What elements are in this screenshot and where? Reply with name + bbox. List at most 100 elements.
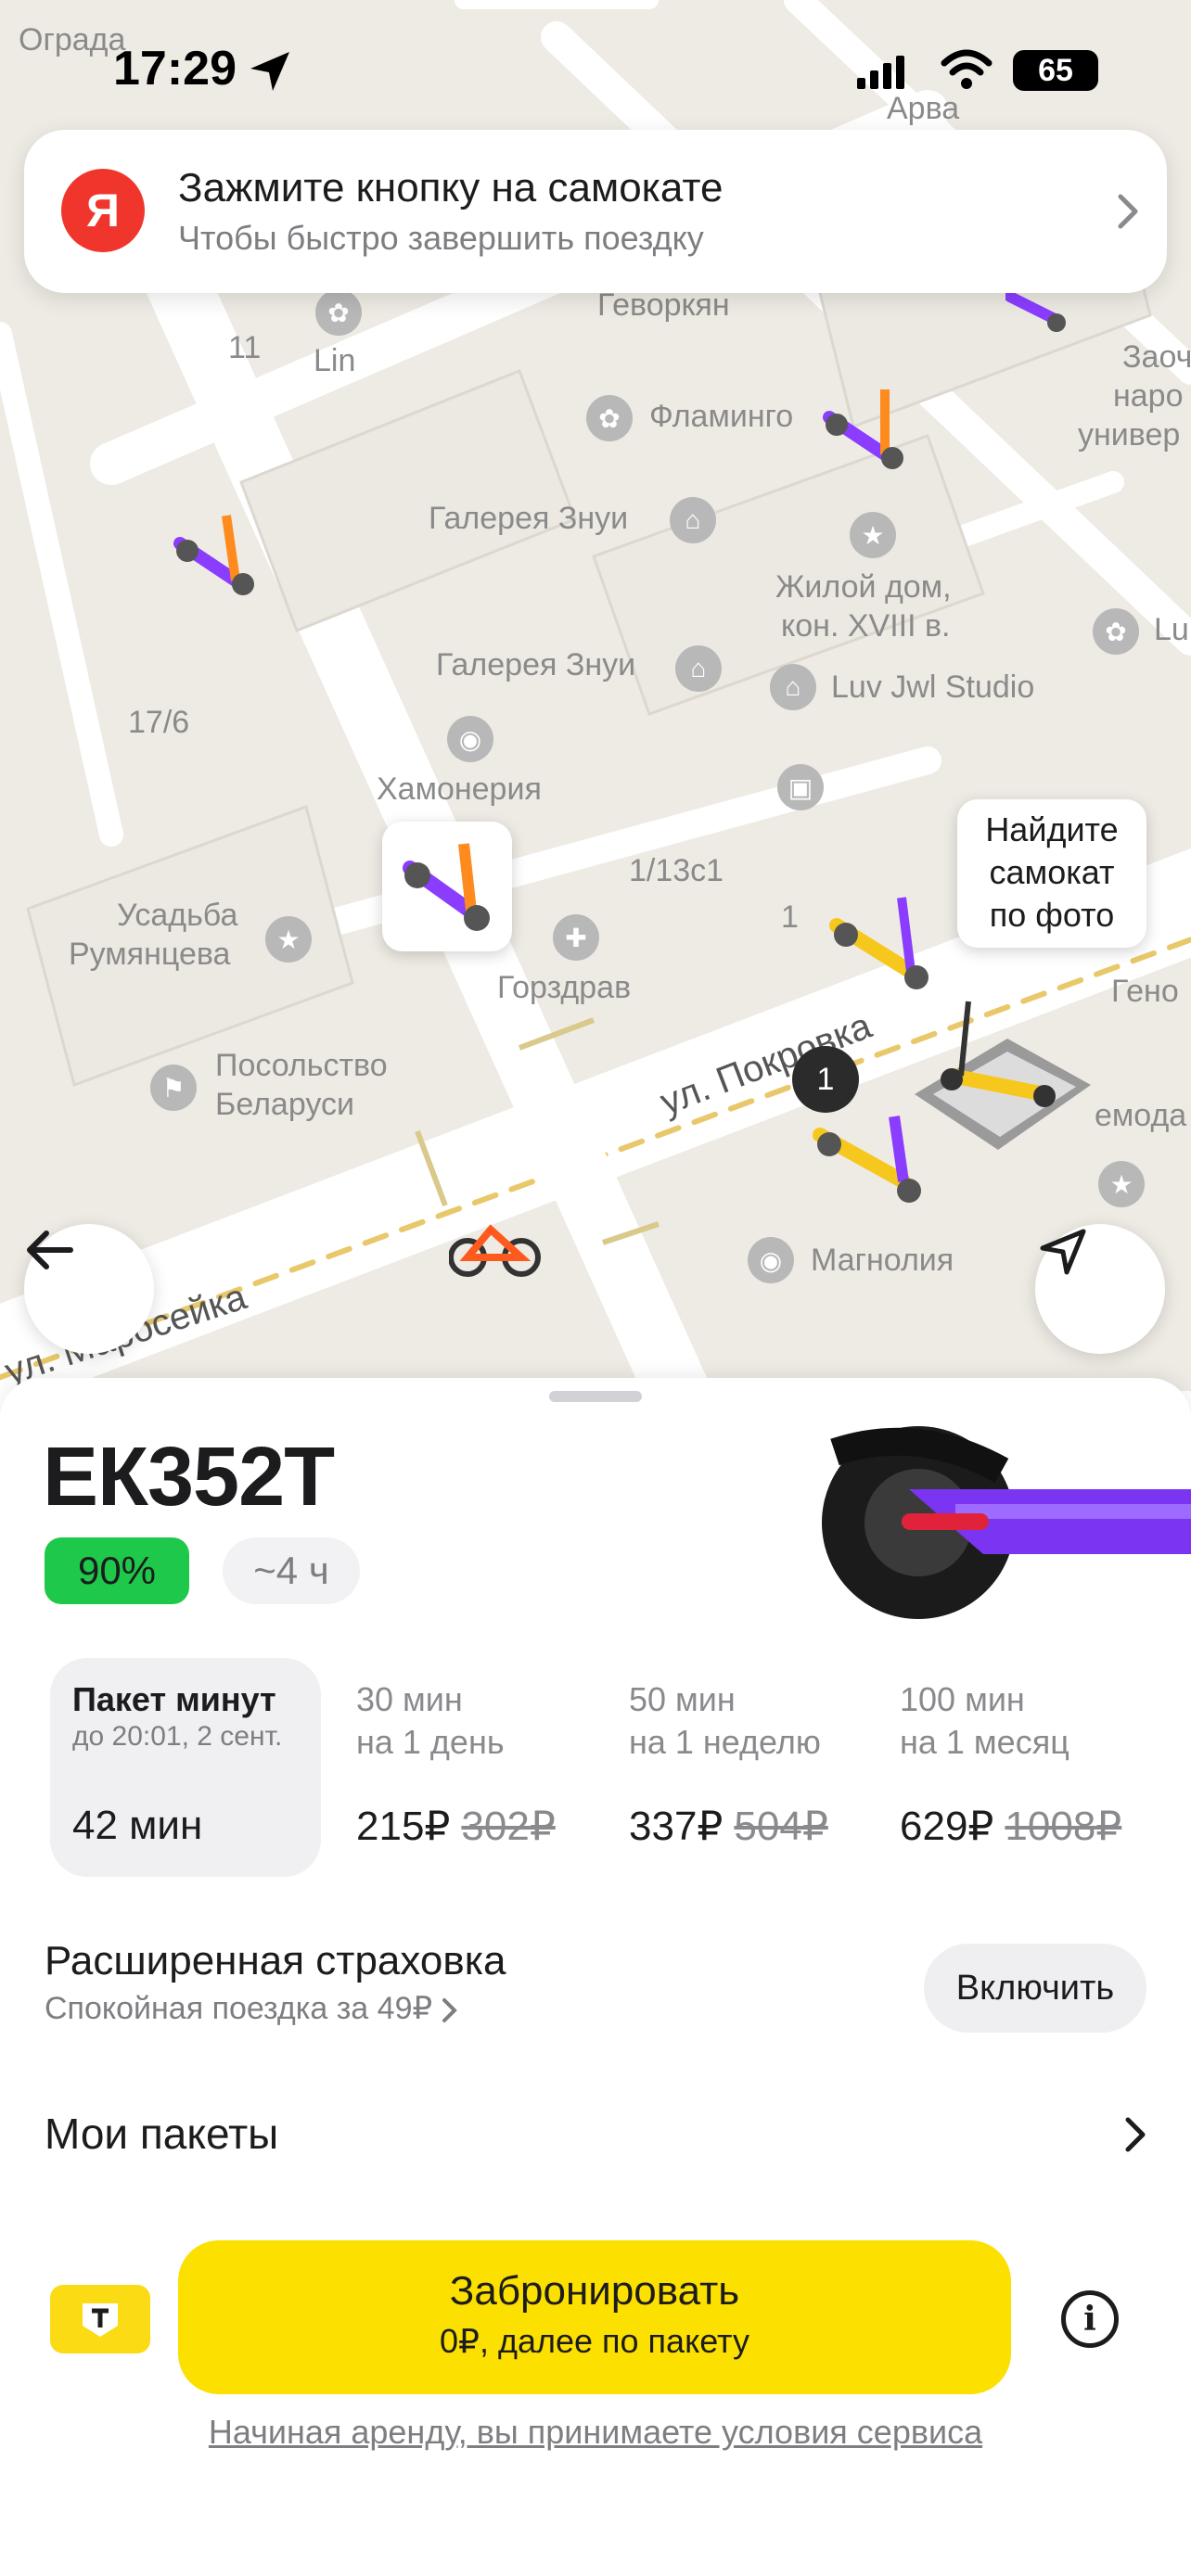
map-label: Luv Jwl Studio	[831, 670, 1035, 705]
package-price: 337₽	[629, 1804, 724, 1849]
package-option[interactable]: 100 мин на 1 месяц 629₽ 1008₽	[877, 1658, 1174, 1877]
tariff-tag-icon	[83, 2303, 118, 2337]
map-label: Фламинго	[649, 399, 794, 434]
poi-icon[interactable]: ✿	[315, 289, 362, 336]
map-label: 1	[781, 899, 799, 935]
arrow-left-icon	[27, 1231, 73, 1269]
map-label: универ	[1078, 417, 1181, 453]
book-button-subtitle: 0₽, далее по пакету	[440, 2322, 749, 2360]
range-time-chip: ~4 ч	[223, 1537, 360, 1604]
map-label: Гено	[1111, 974, 1179, 1009]
poi-icon[interactable]: ✿	[586, 395, 633, 441]
location-arrow-icon	[250, 52, 289, 91]
bicycle-marker[interactable]	[449, 1202, 542, 1285]
banner-subtitle: Чтобы быстро завершить поездку	[178, 219, 704, 257]
map-label: Румянцева	[69, 937, 231, 972]
pharmacy-icon[interactable]: ✚	[553, 914, 599, 961]
scooter-marker[interactable]	[820, 380, 913, 482]
museum-icon[interactable]: ⌂	[670, 497, 716, 543]
poi-icon[interactable]: ✿	[1093, 608, 1139, 655]
callout-line: Найдите	[985, 810, 1119, 848]
cluster-badge[interactable]: 1	[792, 1046, 859, 1113]
my-packages-link[interactable]: Мои пакеты	[45, 2109, 278, 2159]
map-label: Lu	[1154, 612, 1189, 647]
package-price: 629₽	[900, 1804, 994, 1849]
package-old-price: 504₽	[734, 1804, 828, 1849]
status-time: 17:29	[113, 42, 237, 96]
enable-insurance-button[interactable]: Включить	[924, 1944, 1146, 2033]
map-label: Посольство	[215, 1048, 388, 1083]
scooter-marker[interactable]	[827, 888, 939, 990]
map-label: Галерея Знуи	[429, 501, 629, 536]
book-button[interactable]: Забронировать 0₽, далее по пакету	[178, 2240, 1011, 2394]
cafe-icon[interactable]: ◉	[447, 716, 493, 762]
package-old-price: 302₽	[461, 1804, 556, 1849]
star-icon[interactable]: ★	[850, 512, 896, 558]
banner-title: Зажмите кнопку на самокате	[178, 165, 724, 210]
star-icon[interactable]: ★	[265, 916, 312, 963]
selected-scooter-pin[interactable]	[382, 822, 512, 951]
scooter-marker[interactable]	[171, 506, 263, 599]
map-label: 11	[228, 330, 262, 365]
callout-line: по фото	[989, 896, 1115, 934]
museum-icon[interactable]: ⌂	[770, 664, 816, 710]
package-option-selected[interactable]: Пакет минут до 20:01, 2 сент. 42 мин	[50, 1658, 321, 1877]
info-icon[interactable]: i	[1061, 2290, 1119, 2348]
package-period: на 1 день	[356, 1723, 505, 1761]
map-label: Арва	[887, 91, 960, 126]
map-label: Заоч	[1122, 339, 1191, 375]
navigation-arrow-icon	[1040, 1229, 1086, 1275]
scooter-plate-number: ЕК352Т	[43, 1431, 335, 1524]
tariff-tag-icon[interactable]	[50, 2285, 150, 2353]
package-option[interactable]: 50 мин на 1 неделю 337₽ 504₽	[607, 1658, 866, 1877]
notification-banner[interactable]: Я Зажмите кнопку на самокате Чтобы быстр…	[24, 130, 1167, 293]
terms-link[interactable]: Начиная аренду, вы принимаете условия се…	[0, 2413, 1191, 2452]
map-label: Магнолия	[811, 1243, 954, 1278]
map-label: кон. XVIII в.	[781, 608, 951, 644]
map-label: 17/6	[128, 705, 190, 740]
callout-line: самокат	[989, 853, 1115, 891]
map-label: Хамонерия	[377, 772, 542, 807]
package-title: Пакет минут	[72, 1680, 276, 1718]
insurance-title: Расширенная страховка	[45, 1938, 506, 1983]
map-label: Горздрав	[497, 970, 632, 1005]
locate-me-button[interactable]	[1035, 1224, 1165, 1354]
sheet-grabber[interactable]	[549, 1391, 642, 1402]
map-label: Беларуси	[215, 1087, 354, 1122]
package-option[interactable]: 30 мин на 1 день 215₽ 302₽	[334, 1658, 594, 1877]
back-button[interactable]	[24, 1224, 154, 1354]
map-label: наро	[1113, 378, 1184, 414]
parking-scooter-icon[interactable]	[896, 983, 1109, 1168]
cafe-icon[interactable]: ◉	[748, 1237, 794, 1283]
battery-indicator: 65	[1013, 50, 1098, 91]
package-validity: до 20:01, 2 сент.	[72, 1721, 283, 1752]
book-button-title: Забронировать	[449, 2268, 740, 2314]
museum-icon[interactable]: ⌂	[675, 645, 722, 692]
briefcase-icon[interactable]: ▣	[777, 764, 824, 810]
find-by-photo-callout[interactable]: Найдите самокат по фото	[957, 799, 1146, 948]
package-price: 215₽	[356, 1804, 451, 1849]
map-label: 1/13с1	[629, 853, 724, 888]
package-minutes: 30 мин	[356, 1680, 463, 1718]
chevron-right-icon[interactable]	[1124, 2116, 1148, 2153]
package-period: на 1 неделю	[629, 1723, 821, 1761]
chevron-right-icon	[442, 1998, 457, 2023]
signal-icon	[857, 56, 904, 89]
map-label: Галерея Знуи	[436, 647, 636, 682]
package-old-price: 1008₽	[1005, 1804, 1122, 1849]
package-period: на 1 месяц	[900, 1723, 1069, 1761]
battery-level-badge: 90%	[45, 1537, 189, 1604]
wifi-icon	[941, 49, 992, 89]
insurance-subtitle: Спокойная поездка за 49₽	[45, 1991, 433, 2026]
map-label: Жилой дом,	[775, 569, 952, 605]
map-label: Усадьба	[117, 898, 238, 933]
yandex-logo-icon: Я	[61, 169, 145, 252]
map-label: Lin	[314, 343, 356, 378]
scooter-details-sheet: ЕК352Т 90% ~4 ч Пакет минут до 20:01, 2 …	[0, 1378, 1191, 2576]
insurance-link[interactable]: Спокойная поездка за 49₽	[45, 1990, 458, 2027]
flag-icon[interactable]: ⚑	[150, 1065, 197, 1111]
package-minutes: 100 мин	[900, 1680, 1025, 1718]
package-balance: 42 мин	[72, 1803, 203, 1848]
package-minutes: 50 мин	[629, 1680, 736, 1718]
chevron-right-icon	[1118, 194, 1138, 229]
